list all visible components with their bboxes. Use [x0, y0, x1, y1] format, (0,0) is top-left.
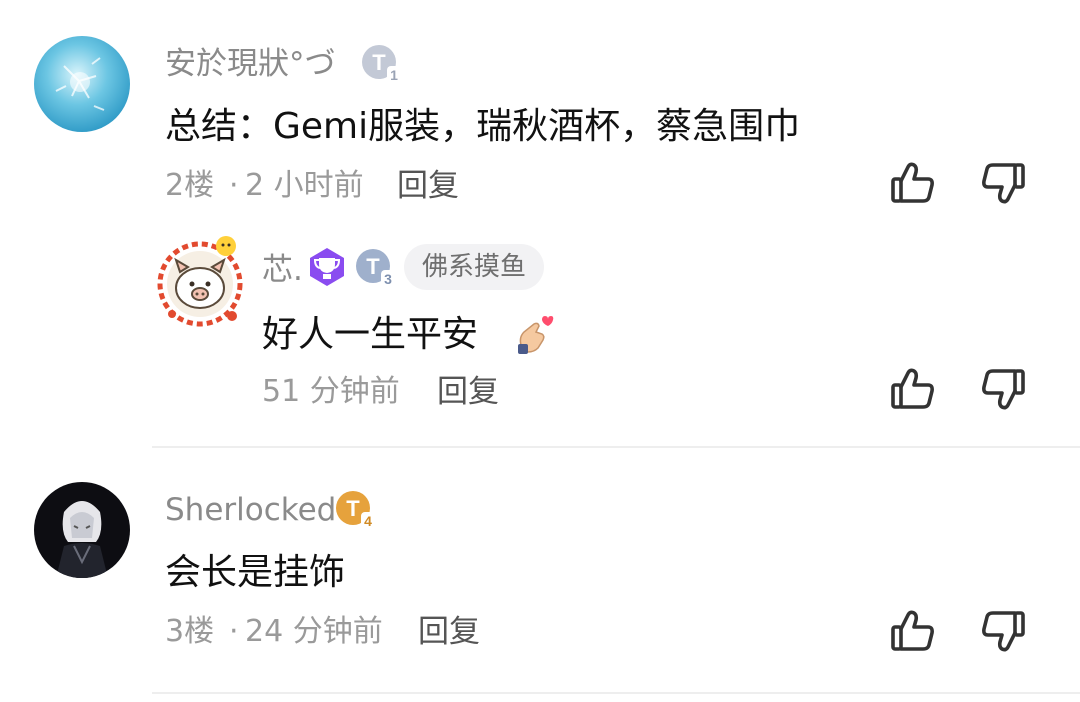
comment-divider: [152, 446, 1080, 448]
thumbs-down-icon[interactable]: [978, 606, 1028, 656]
avatar[interactable]: [34, 482, 130, 578]
comment-divider: [152, 692, 1080, 694]
level-badge-t4: T 4: [334, 488, 376, 530]
finger-heart-emoji: [512, 312, 554, 354]
comment-text: 总结：Gemi服装，瑞秋酒杯，蔡急围巾: [165, 106, 801, 147]
thumbs-up-icon[interactable]: [888, 606, 938, 656]
reply-button[interactable]: 回复: [418, 612, 480, 652]
comment-section: 安於現狀°づ T 1 总结：Gemi服装，瑞秋酒杯，蔡急围巾 2楼 · 2 小时…: [0, 0, 1080, 702]
thumbs-down-icon[interactable]: [978, 364, 1028, 414]
comment-time: 2 小时前: [245, 168, 364, 203]
comment-username[interactable]: Sherlocked: [165, 490, 336, 530]
thumbs-up-icon[interactable]: [888, 158, 938, 208]
comment-floor: 3楼: [165, 614, 215, 649]
comment-text: 会长是挂饰: [165, 552, 346, 593]
user-tag: 佛系摸鱼: [404, 244, 545, 290]
reply-button[interactable]: 回复: [437, 372, 499, 412]
svg-text:T: T: [346, 496, 360, 521]
reply-time: 51 分钟前: [262, 374, 400, 409]
reply-text: 好人一生平安: [262, 314, 479, 355]
svg-text:T: T: [366, 254, 380, 279]
svg-text:1: 1: [390, 67, 398, 83]
meta-separator: ·: [229, 168, 239, 203]
svg-text:3: 3: [384, 271, 392, 287]
level-badge-t3: T 3: [354, 246, 396, 288]
trophy-badge-icon: [306, 246, 348, 288]
comment-username[interactable]: 安於現狀°づ: [165, 44, 336, 84]
thumbs-down-icon[interactable]: [978, 158, 1028, 208]
avatar[interactable]: [34, 36, 130, 132]
comment-floor: 2楼: [165, 168, 215, 203]
reply-button[interactable]: 回复: [397, 166, 459, 206]
avatar[interactable]: [152, 234, 248, 330]
meta-separator: ·: [229, 614, 239, 649]
thumbs-up-icon[interactable]: [888, 364, 938, 414]
comment-time: 24 分钟前: [245, 614, 383, 649]
reply-username[interactable]: 芯.: [262, 250, 303, 290]
svg-text:T: T: [372, 50, 386, 75]
level-badge-t1: T 1: [360, 42, 402, 84]
svg-text:4: 4: [364, 513, 372, 529]
